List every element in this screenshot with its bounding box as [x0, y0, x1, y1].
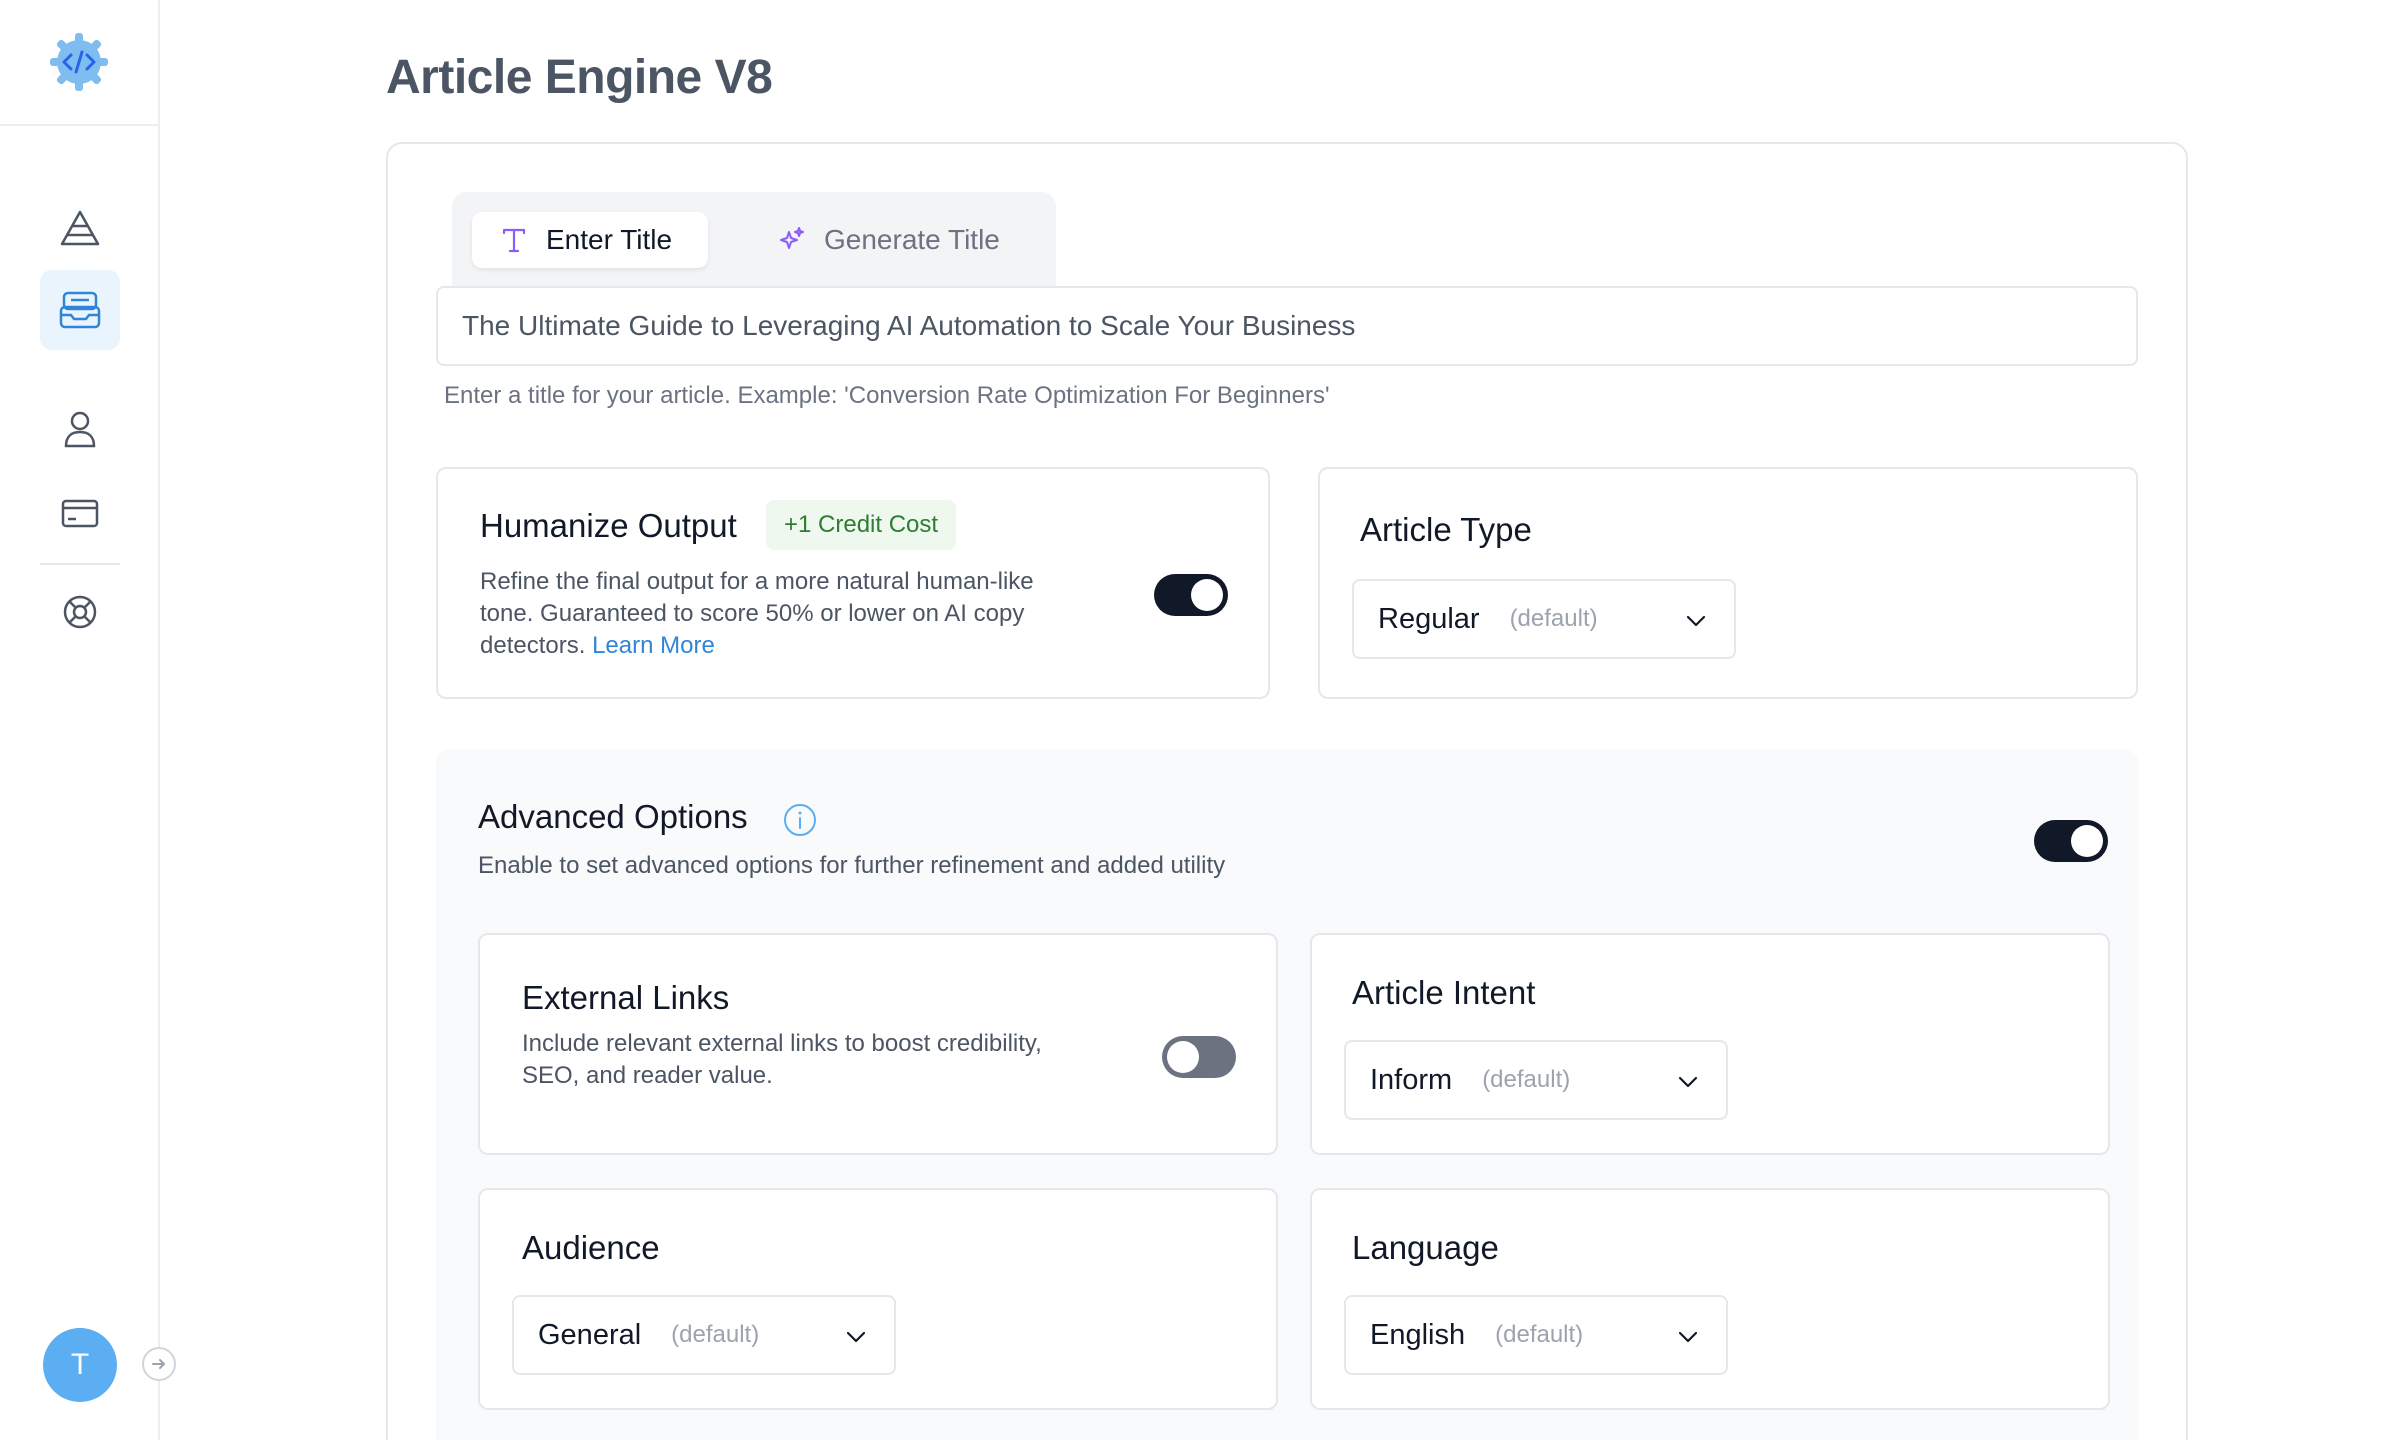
- article-intent-value: Inform: [1370, 1063, 1453, 1096]
- info-icon[interactable]: [782, 802, 818, 838]
- credit-cost-badge: +1 Credit Cost: [766, 500, 957, 550]
- sidebar: T: [0, 0, 160, 1440]
- nav-item-triangle[interactable]: [40, 188, 120, 268]
- arrow-right-icon: [152, 1359, 165, 1369]
- audience-value: General: [538, 1318, 642, 1351]
- toggle-knob: [1191, 579, 1223, 611]
- credit-card-icon: [61, 499, 99, 528]
- article-type-title: Article Type: [1360, 511, 1532, 548]
- advanced-options-title: Advanced Options: [478, 798, 748, 835]
- title-mode-tabs: Enter Title Generate Title: [452, 192, 1056, 288]
- tab-enter-title[interactable]: Enter Title: [472, 212, 708, 268]
- external-links-toggle[interactable]: [1162, 1036, 1236, 1078]
- advanced-options-description: Enable to set advanced options for furth…: [478, 852, 1226, 879]
- triangle-icon: [60, 210, 100, 246]
- humanize-output-description: Refine the final output for a more natur…: [480, 566, 1120, 662]
- code-gear-icon: [50, 33, 108, 91]
- text-t-icon: [502, 228, 526, 253]
- title-helper-text: Enter a title for your article. Example:…: [444, 382, 1330, 409]
- language-default-tag: (default): [1495, 1321, 1584, 1348]
- humanize-desc-line: tone. Guaranteed to score 50% or lower o…: [480, 600, 1025, 627]
- article-type-default-tag: (default): [1509, 605, 1598, 632]
- humanize-output-title: Humanize Output: [480, 507, 737, 544]
- page-title: Article Engine V8: [386, 51, 773, 104]
- toggle-knob: [1167, 1041, 1199, 1073]
- chevron-down-icon: [1678, 1331, 1698, 1343]
- chevron-down-icon: [846, 1331, 866, 1343]
- external-links-title: External Links: [522, 979, 730, 1016]
- chevron-down-icon: [1686, 615, 1706, 627]
- humanize-desc-line: detectors.: [480, 632, 586, 659]
- learn-more-link[interactable]: Learn More: [592, 632, 715, 659]
- article-intent-title: Article Intent: [1352, 974, 1536, 1011]
- article-type-select[interactable]: Regular (default): [1352, 579, 1736, 659]
- tab-enter-title-label: Enter Title: [546, 224, 673, 255]
- advanced-options-toggle[interactable]: [2034, 820, 2108, 862]
- article-intent-default-tag: (default): [1482, 1066, 1571, 1093]
- humanize-output-toggle[interactable]: [1154, 574, 1228, 616]
- inbox-icon: [59, 291, 101, 329]
- support-icon: [63, 595, 97, 629]
- language-select[interactable]: English (default): [1344, 1295, 1728, 1375]
- language-value: English: [1370, 1318, 1466, 1351]
- article-type-value: Regular: [1378, 602, 1480, 635]
- external-links-desc-line: SEO, and reader value.: [522, 1062, 773, 1089]
- logo[interactable]: [0, 0, 158, 126]
- nav-divider: [40, 563, 120, 565]
- user-icon: [64, 411, 96, 448]
- chevron-down-icon: [1678, 1076, 1698, 1088]
- humanize-desc-line: Refine the final output for a more natur…: [480, 568, 1034, 595]
- avatar-initial: T: [70, 1348, 90, 1381]
- nav-item-billing[interactable]: [40, 473, 120, 553]
- tab-generate-title-label: Generate Title: [824, 224, 1000, 255]
- audience-default-tag: (default): [671, 1321, 760, 1348]
- collapse-sidebar-button[interactable]: [142, 1347, 176, 1381]
- credit-cost-badge-label: +1 Credit Cost: [784, 511, 939, 538]
- sparkles-icon: [780, 227, 804, 249]
- article-intent-select[interactable]: Inform (default): [1344, 1040, 1728, 1120]
- toggle-knob: [2071, 825, 2103, 857]
- humanize-desc-line-3: detectors. Learn More: [480, 630, 1120, 662]
- external-links-description: Include relevant external links to boost…: [522, 1028, 1122, 1092]
- nav-item-support[interactable]: [40, 572, 120, 652]
- nav-item-account[interactable]: [40, 388, 120, 468]
- tab-generate-title[interactable]: Generate Title: [776, 212, 1000, 268]
- audience-title: Audience: [522, 1229, 660, 1266]
- article-title-input[interactable]: [436, 286, 2138, 366]
- avatar[interactable]: T: [43, 1328, 117, 1402]
- nav-item-inbox[interactable]: [40, 270, 120, 350]
- language-title: Language: [1352, 1229, 1499, 1266]
- external-links-desc-line: Include relevant external links to boost…: [522, 1030, 1042, 1057]
- audience-select[interactable]: General (default): [512, 1295, 896, 1375]
